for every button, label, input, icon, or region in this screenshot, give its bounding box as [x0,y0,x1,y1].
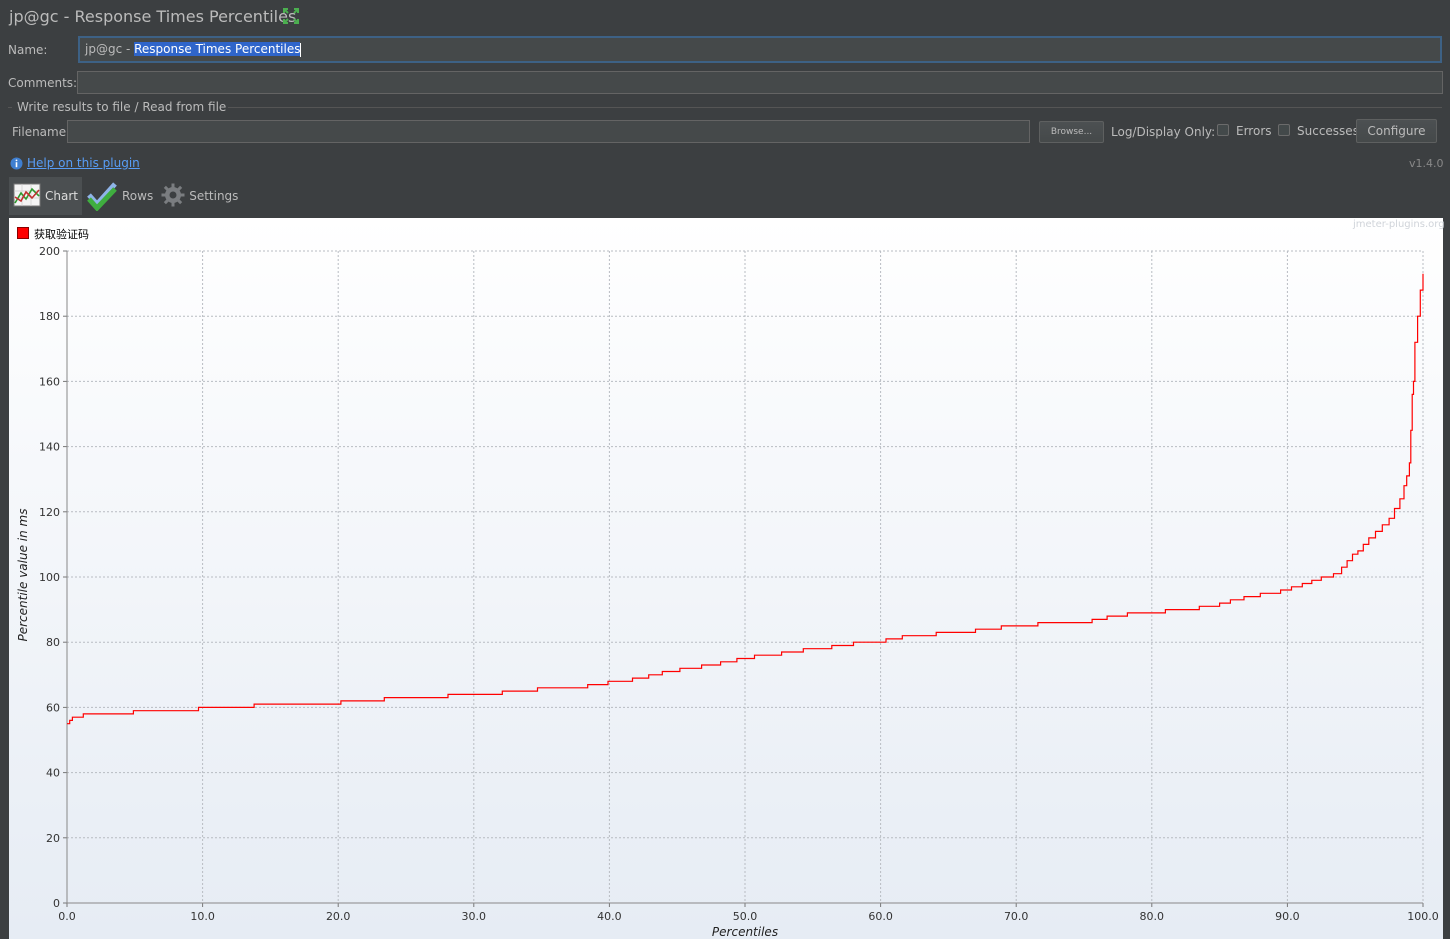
x-axis-label: Percentiles [712,925,778,939]
y-tick-label: 20 [46,832,60,845]
y-tick-label: 40 [46,767,60,780]
y-tick-label: 160 [39,375,60,388]
x-tick-label: 100.0 [1407,910,1439,923]
x-tick-label: 30.0 [462,910,487,923]
x-tick-label: 20.0 [326,910,351,923]
x-tick-label: 0.0 [58,910,76,923]
y-tick-label: 60 [46,701,60,714]
x-tick-label: 50.0 [733,910,758,923]
x-tick-label: 10.0 [190,910,215,923]
y-axis-label: Percentile value in ms [16,509,30,642]
x-tick-label: 80.0 [1140,910,1165,923]
y-tick-label: 0 [53,897,60,910]
x-tick-label: 70.0 [1004,910,1029,923]
y-tick-label: 180 [39,310,60,323]
x-tick-label: 90.0 [1275,910,1300,923]
y-tick-label: 200 [39,245,60,258]
x-tick-label: 60.0 [868,910,893,923]
y-tick-label: 120 [39,506,60,519]
y-tick-label: 100 [39,571,60,584]
y-tick-label: 140 [39,441,60,454]
percentile-chart: 0.0 10.0 20.0 30.0 40.0 50.0 60.0 70.0 80.0 90.0 1… [16,245,1439,939]
y-tick-label: 80 [46,636,60,649]
x-tick-label: 40.0 [597,910,622,923]
